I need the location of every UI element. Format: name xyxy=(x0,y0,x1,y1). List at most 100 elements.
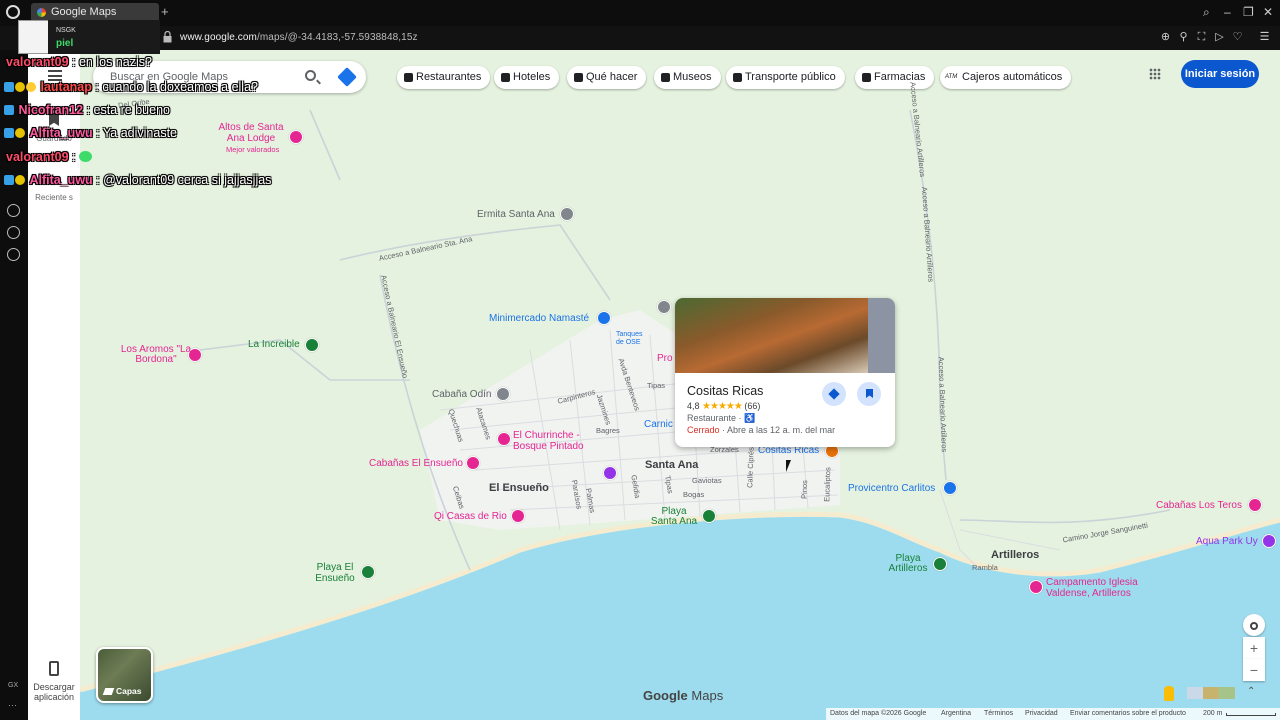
hotel-pin-icon[interactable] xyxy=(289,130,303,144)
layers-button[interactable]: Capas xyxy=(96,647,153,703)
chat-message: : esta re bueno xyxy=(86,103,170,117)
fork-knife-icon xyxy=(404,73,413,82)
place-photo-secondary[interactable] xyxy=(868,298,895,373)
street-label: Pinos xyxy=(799,479,810,500)
privacy-link[interactable]: Privacidad xyxy=(1025,710,1058,717)
place-info-card[interactable]: Cositas Ricas 4,8 ★★★★★ (66) Restaurante… xyxy=(675,298,895,447)
chip-transporte[interactable]: Transporte público xyxy=(726,66,845,89)
play-icon[interactable]: ▷ xyxy=(1213,31,1226,44)
place-increible[interactable]: La Increible xyxy=(248,339,300,350)
new-tab-button[interactable]: + xyxy=(161,4,169,19)
chip-que-hacer[interactable]: Qué hacer xyxy=(567,66,647,89)
place-cabanas-teros[interactable]: Cabañas Los Teros xyxy=(1156,500,1242,511)
place-name[interactable]: Cositas Ricas xyxy=(687,384,763,398)
place-ermita[interactable]: Ermita Santa Ana xyxy=(477,209,555,220)
history-icon[interactable] xyxy=(7,226,20,239)
place-altos[interactable]: Altos de Santa Ana Lodge xyxy=(218,122,284,144)
scale-label[interactable]: 200 m xyxy=(1203,710,1222,717)
signin-button[interactable]: Iniciar sesión xyxy=(1181,60,1259,88)
park-pin-icon[interactable] xyxy=(305,338,319,352)
chat-line: valorant09 : en los nazis? xyxy=(6,55,152,69)
poi-pin-icon[interactable] xyxy=(657,300,671,314)
chip-restaurantes[interactable]: Restaurantes xyxy=(397,66,491,89)
place-aromos[interactable]: Los Aromos "La Bordona" xyxy=(116,345,196,365)
place-playa-ensueno[interactable]: Playa El Ensueño xyxy=(308,562,362,584)
phone-icon[interactable] xyxy=(49,661,59,676)
extension-icon[interactable]: ⚲ xyxy=(1177,31,1190,44)
expand-caret-icon[interactable]: ⌃ xyxy=(1247,686,1255,697)
place-minimercado[interactable]: Minimercado Namasté xyxy=(489,313,589,324)
place-playa-artilleros[interactable]: Playa Artilleros xyxy=(884,554,932,574)
street-label: Eucaliptos xyxy=(822,467,833,502)
opera-logo-icon[interactable] xyxy=(6,5,20,19)
rating-stars-icon: ★★★★★ xyxy=(702,401,743,412)
hotel-pin-icon[interactable] xyxy=(497,432,511,446)
zoom-out-button[interactable]: − xyxy=(1243,659,1265,681)
zoom-icon[interactable]: ⊕ xyxy=(1159,31,1172,44)
gx-icon[interactable]: GX xyxy=(8,682,18,689)
card-save-button[interactable] xyxy=(857,382,881,406)
recent-label[interactable]: Reciente s xyxy=(28,193,80,202)
church-pin-icon[interactable] xyxy=(560,207,574,221)
chip-farmacias[interactable]: Farmacias xyxy=(855,66,935,89)
shop-pin-icon[interactable] xyxy=(597,311,611,325)
player-icon[interactable] xyxy=(7,204,20,217)
camera-icon xyxy=(574,73,583,82)
chip-hoteles[interactable]: Hoteles xyxy=(494,66,560,89)
place-cabana-odin[interactable]: Cabaña Odín xyxy=(432,389,492,400)
badge-icon xyxy=(4,105,14,115)
chip-museos[interactable]: Museos xyxy=(654,66,721,89)
pegman-icon[interactable] xyxy=(1164,686,1174,701)
place-carnic[interactable]: Carnic xyxy=(644,419,673,430)
place-playa-santa-ana[interactable]: Playa Santa Ana xyxy=(649,507,699,527)
map-type-thumbnails[interactable] xyxy=(1187,687,1235,699)
place-cabanas-ensueno[interactable]: Cabañas El Ensueño xyxy=(369,458,463,469)
street-label: Tipas xyxy=(647,381,666,390)
search-icon[interactable] xyxy=(305,70,316,81)
place-churrinche[interactable]: El Churrinche - Bosque Pintado xyxy=(513,430,599,452)
camp-pin-icon[interactable] xyxy=(1029,580,1043,594)
beach-pin-icon[interactable] xyxy=(702,509,716,523)
terms-link[interactable]: Términos xyxy=(984,710,1013,717)
hotel-pin-icon[interactable] xyxy=(1248,498,1262,512)
menu-icon[interactable]: ☰ xyxy=(1258,31,1271,44)
place-aqua[interactable]: Aqua Park Uy xyxy=(1196,536,1258,547)
my-location-button[interactable] xyxy=(1243,614,1265,636)
directions-icon[interactable] xyxy=(337,67,357,87)
settings-icon[interactable] xyxy=(7,248,20,261)
card-directions-button[interactable] xyxy=(822,382,846,406)
maximize-icon[interactable]: ❐ xyxy=(1243,5,1254,19)
apps-grid-icon[interactable] xyxy=(1149,68,1161,80)
shop-pin-icon[interactable] xyxy=(943,481,957,495)
place-tanques[interactable]: Tanques de OSE xyxy=(616,331,646,347)
shopping-pin-icon[interactable] xyxy=(603,466,617,480)
minimize-icon[interactable]: – xyxy=(1224,5,1231,19)
place-qi-casas[interactable]: Qi Casas de Rio xyxy=(434,511,507,522)
zoom-in-button[interactable]: + xyxy=(1243,637,1265,659)
download-app-label[interactable]: Descargar aplicación xyxy=(28,682,80,702)
place-provicentro[interactable]: Provicentro Carlitos xyxy=(848,483,935,494)
hotel-pin-icon[interactable] xyxy=(466,456,480,470)
place-rating: 4,8 ★★★★★ (66) xyxy=(687,401,760,412)
place-campamento[interactable]: Campamento Iglesia Valdense, Artilleros xyxy=(1046,577,1146,599)
snapshot-icon[interactable]: ⛶ xyxy=(1195,31,1208,44)
search-tabs-icon[interactable]: ⌕ xyxy=(1203,5,1210,20)
place-photo[interactable] xyxy=(675,298,868,373)
chat-message: : Ya adivinaste xyxy=(96,126,178,140)
review-count[interactable]: (66) xyxy=(744,401,760,411)
feedback-link[interactable]: Enviar comentarios sobre el producto xyxy=(1070,710,1186,717)
country-link[interactable]: Argentina xyxy=(941,710,971,717)
place-pro[interactable]: Pro xyxy=(657,353,673,364)
beach-pin-icon[interactable] xyxy=(933,557,947,571)
hotel-pin-icon[interactable] xyxy=(511,509,525,523)
more-icon[interactable]: ··· xyxy=(8,700,17,710)
close-window-icon[interactable]: ✕ xyxy=(1263,5,1273,19)
attraction-pin-icon[interactable] xyxy=(1262,534,1276,548)
beach-pin-icon[interactable] xyxy=(361,565,375,579)
chat-user: lautanap xyxy=(40,80,92,94)
chip-cajeros[interactable]: ATM Cajeros automáticos xyxy=(940,66,1072,89)
chat-user: Nicofran12 xyxy=(18,103,84,117)
url-field[interactable]: www.google.com/maps/@-34.4183,-57.593884… xyxy=(180,32,418,43)
poi-pin-icon[interactable] xyxy=(496,387,510,401)
heart-icon[interactable]: ♡ xyxy=(1231,31,1244,44)
